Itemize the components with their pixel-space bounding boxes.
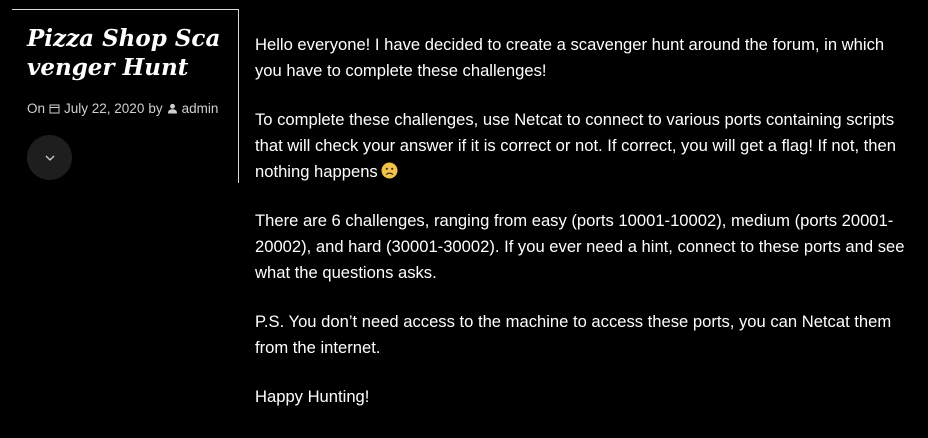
meta-by-label: by — [148, 101, 163, 116]
paragraph-text: Happy Hunting! — [255, 387, 370, 407]
post-content: Hello everyone! I have decided to create… — [255, 32, 915, 434]
expand-toggle-button[interactable] — [27, 135, 72, 180]
meta-on-label: On — [27, 101, 46, 116]
paragraph-text: Hello everyone! I have decided to create… — [255, 35, 885, 80]
post-meta: On July 22, 2020 by admin — [27, 101, 218, 116]
post-title: Pizza Shop Scavenger Hunt — [27, 25, 221, 81]
paragraph-text: To complete these challenges, use Netcat… — [255, 110, 896, 181]
post-paragraph: P.S. You don’t need access to the machin… — [255, 309, 915, 361]
paragraph-text: There are 6 challenges, ranging from eas… — [255, 211, 905, 282]
post-paragraph: Happy Hunting! — [255, 384, 915, 410]
post-author-link[interactable]: admin — [182, 101, 219, 116]
user-icon — [167, 103, 178, 114]
paragraph-text: P.S. You don’t need access to the machin… — [255, 312, 892, 357]
calendar-icon — [49, 103, 60, 114]
post-date-link[interactable]: July 22, 2020 — [64, 101, 144, 116]
post-paragraph: There are 6 challenges, ranging from eas… — [255, 208, 915, 285]
post-paragraph: Hello everyone! I have decided to create… — [255, 32, 915, 84]
chevron-down-icon — [45, 155, 54, 161]
post-paragraph: To complete these challenges, use Netcat… — [255, 107, 915, 184]
post-sidebar: Pizza Shop Scavenger Hunt On July 22, 20… — [12, 9, 239, 183]
frowning-face-emoji-icon — [381, 161, 398, 179]
